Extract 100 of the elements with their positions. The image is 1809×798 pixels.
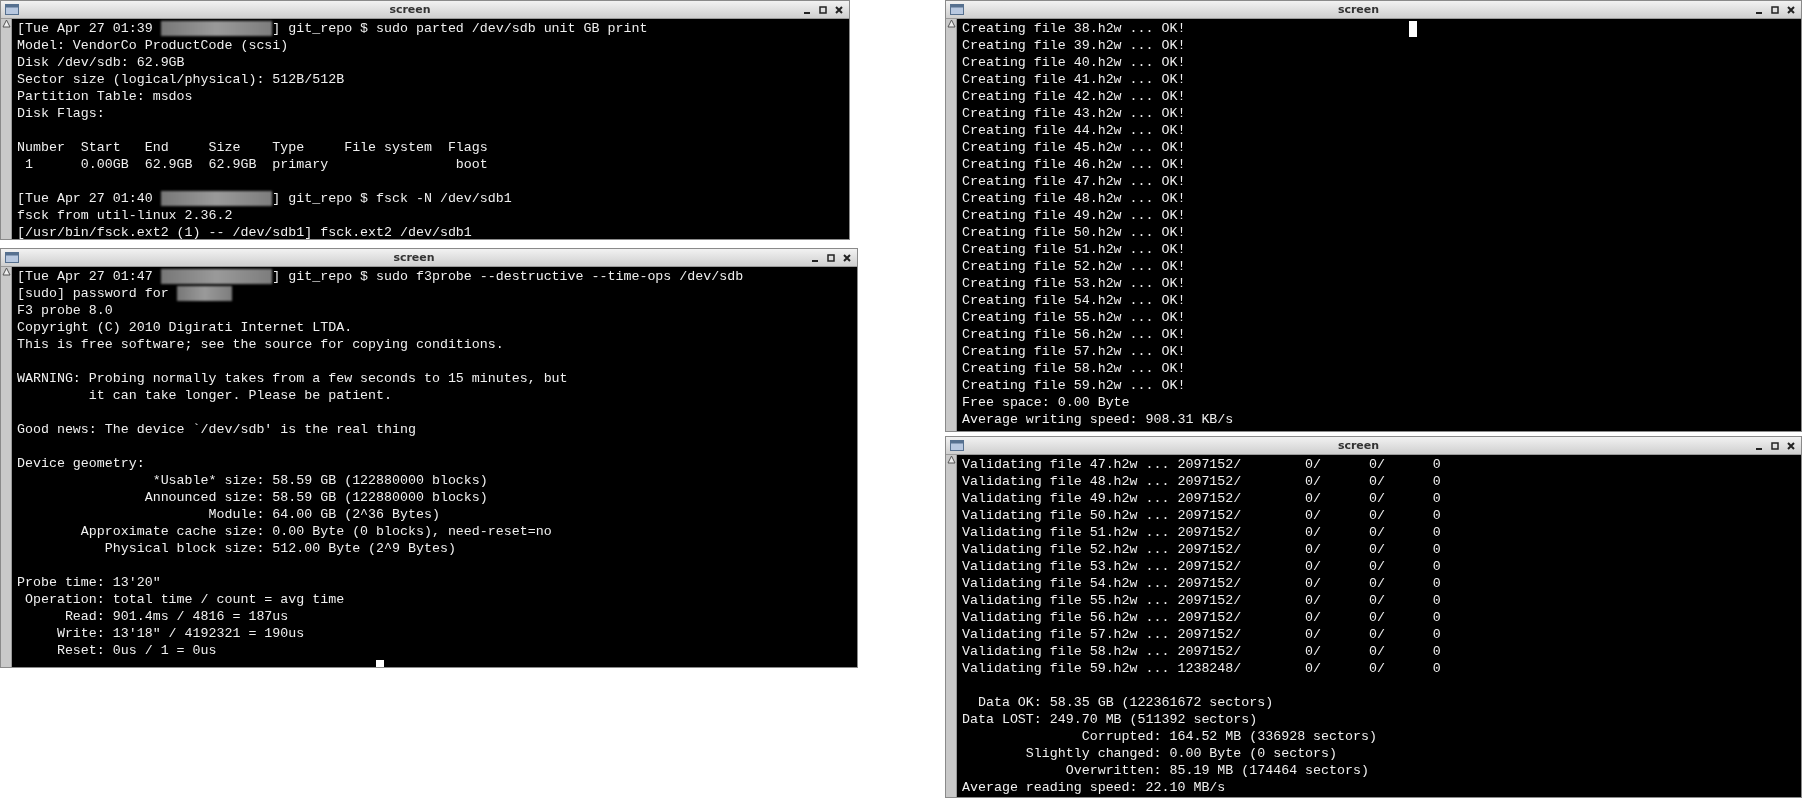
terminal-line: Physical block size: 512.00 Byte (2^9 Bytes): [103, 540, 456, 557]
terminal-line: Data LOST: 249.70 MB (511392 sectors): [962, 711, 1258, 728]
terminal-line: Creating file 59.h2w ... OK!: [962, 377, 1186, 394]
minimize-icon: [1756, 447, 1762, 450]
minimize-icon: [804, 11, 810, 14]
maximize-button[interactable]: [1769, 439, 1781, 452]
terminal-line: This is free software; see the source for copying conditions.: [17, 336, 504, 353]
terminal-line: Validating file 54.h2w ... 2097152/ 0/ 0/ 0: [962, 575, 1441, 592]
maximize-icon: [1771, 5, 1779, 14]
app-icon: [5, 252, 19, 263]
terminal-line: [sudo] password for: [17, 285, 170, 302]
terminal-line: Creating file 40.h2w ... OK!: [962, 54, 1186, 71]
scrollbar[interactable]: [946, 19, 957, 431]
terminal-line: Module: 64.00 GB (2^36 Bytes): [207, 506, 440, 523]
close-button[interactable]: [1785, 439, 1797, 452]
window-title: screen: [1336, 3, 1381, 16]
terminal-line: Creating file 47.h2w ... OK!: [962, 173, 1186, 190]
terminal-line: Creating file 55.h2w ... OK!: [962, 309, 1186, 326]
scrollbar[interactable]: [1, 267, 12, 667]
terminal-line: Validating file 47.h2w ... 2097152/ 0/ 0/ 0: [962, 456, 1441, 473]
blurred-text: [176, 286, 233, 301]
close-icon: [1787, 5, 1795, 14]
terminal-line: Slightly changed: 0.00 Byte (0 sectors): [1024, 745, 1338, 762]
terminal-line: Approximate cache size: 0.00 Byte (0 blocks), need-reset=no: [79, 523, 552, 540]
terminal-line: Average writing speed: 908.31 KB/s: [962, 411, 1234, 428]
close-icon: [1787, 441, 1795, 450]
terminal-line: F3 probe 8.0: [17, 302, 113, 319]
close-button[interactable]: [833, 3, 845, 16]
terminal-line: Data OK: 58.35 GB (122361672 sectors): [976, 694, 1274, 711]
terminal-line: ] git_repo $ fsck -N /dev/sdb1: [272, 190, 512, 207]
scrollbar[interactable]: [946, 455, 957, 797]
terminal-line: Write: 13'18" / 4192321 = 190us: [55, 625, 305, 642]
terminal-line: Number Start End Size Type File system Flags: [17, 139, 488, 156]
terminal-line: Creating file 50.h2w ... OK!: [962, 224, 1186, 241]
terminal-line: Validating file 51.h2w ... 2097152/ 0/ 0/ 0: [962, 524, 1441, 541]
terminal-line: Creating file 54.h2w ... OK!: [962, 292, 1186, 309]
app-icon: [950, 4, 964, 15]
terminal-line: Creating file 48.h2w ... OK!: [962, 190, 1186, 207]
maximize-icon: [1771, 441, 1779, 450]
terminal-line: Corrupted: 164.52 MB (336928 sectors): [1080, 728, 1377, 745]
terminal-line: Creating file 41.h2w ... OK!: [962, 71, 1186, 88]
terminal-line: Probe time: 13'20": [17, 574, 161, 591]
terminal-line: Read: 901.4ms / 4816 = 187us: [63, 608, 289, 625]
terminal-line: it can take longer. Please be patient.: [87, 387, 393, 404]
terminal-line: Validating file 49.h2w ... 2097152/ 0/ 0/ 0: [962, 490, 1441, 507]
terminal-line: Disk /dev/sdb: 62.9GB: [17, 54, 185, 71]
terminal-line: Validating file 55.h2w ... 2097152/ 0/ 0/ 0: [962, 592, 1441, 609]
terminal-line: Good news: The device `/dev/sdb' is the real thing: [17, 421, 416, 438]
terminal-line: Creating file 57.h2w ... OK!: [962, 343, 1186, 360]
terminal-line: Creating file 58.h2w ... OK!: [962, 360, 1186, 377]
terminal-line: Operation: total time / count = avg time: [23, 591, 345, 608]
terminal-line: 1 0.00GB 62.9GB 62.9GB primary boot: [23, 156, 488, 173]
terminal-line: Creating file 43.h2w ... OK!: [962, 105, 1186, 122]
terminal-line: Copyright (C) 2010 Digirati Internet LTDA.: [17, 319, 353, 336]
terminal-line: fsck from util-linux 2.36.2: [17, 207, 233, 224]
close-icon: [835, 5, 843, 14]
terminal-line: Average reading speed: 22.10 MB/s: [962, 779, 1226, 796]
terminal-line: Announced size: 58.59 GB (122880000 blocks): [143, 489, 488, 506]
terminal-line: Creating file 42.h2w ... OK!: [962, 88, 1186, 105]
terminal-line: Device geometry:: [17, 455, 145, 472]
terminal-line: Validating file 52.h2w ... 2097152/ 0/ 0/ 0: [962, 541, 1441, 558]
terminal-line: [Tue Apr 27 01:40: [17, 190, 154, 207]
close-button[interactable]: [841, 251, 853, 264]
terminal-line: Creating file 49.h2w ... OK!: [962, 207, 1186, 224]
terminal-line: Creating file 46.h2w ... OK!: [962, 156, 1186, 173]
terminal-line: Validating file 48.h2w ... 2097152/ 0/ 0/ 0: [962, 473, 1441, 490]
terminal-line: ] git_repo $ sudo parted /dev/sdb unit GB print: [272, 20, 648, 37]
terminal-line: Creating file 44.h2w ... OK!: [962, 122, 1186, 139]
maximize-button[interactable]: [825, 251, 837, 264]
terminal-line: Creating file 52.h2w ... OK!: [962, 258, 1186, 275]
terminal-line: Validating file 53.h2w ... 2097152/ 0/ 0/ 0: [962, 558, 1441, 575]
maximize-icon: [827, 253, 835, 262]
maximize-button[interactable]: [1769, 3, 1781, 16]
window-title: screen: [388, 3, 432, 16]
terminal-line: Creating file 51.h2w ... OK!: [962, 241, 1186, 258]
terminal-line: [Tue Apr 27 01:47: [17, 268, 154, 285]
window-title: screen: [392, 251, 436, 264]
terminal-line: Validating file 59.h2w ... 1238248/ 0/ 0/ 0: [962, 660, 1441, 677]
terminal-line: [Tue Apr 27 01:39: [17, 20, 154, 37]
terminal-line: Sector size (logical/physical): 512B/512B: [17, 71, 345, 88]
minimize-icon: [1756, 11, 1762, 14]
maximize-button[interactable]: [817, 3, 829, 16]
app-icon: [5, 4, 19, 15]
minimize-icon: [812, 259, 818, 262]
terminal-line: Validating file 58.h2w ... 2097152/ 0/ 0/ 0: [962, 643, 1441, 660]
maximize-icon: [819, 5, 827, 14]
terminal-line: Creating file 56.h2w ... OK!: [962, 326, 1186, 343]
terminal-line: Validating file 50.h2w ... 2097152/ 0/ 0/ 0: [962, 507, 1441, 524]
terminal-line: ] git_repo $ sudo f3probe --destructive --time-ops /dev/sdb: [272, 268, 744, 285]
window-title: screen: [1336, 439, 1381, 452]
terminal-line: *Usable* size: 58.59 GB (122880000 blocks): [151, 472, 488, 489]
terminal-line: WARNING: Probing normally takes from a few seconds to 15 minutes, but: [17, 370, 568, 387]
terminal-line: Partition Table: msdos: [17, 88, 193, 105]
terminal-line: Creating file 38.h2w ... OK!: [962, 20, 1186, 37]
terminal-line: Overwritten: 85.19 MB (174464 sectors): [1064, 762, 1369, 779]
close-icon: [843, 253, 851, 262]
close-button[interactable]: [1785, 3, 1797, 16]
terminal-line: Creating file 53.h2w ... OK!: [962, 275, 1186, 292]
terminal-line: Creating file 39.h2w ... OK!: [962, 37, 1186, 54]
scrollbar[interactable]: [1, 19, 12, 239]
